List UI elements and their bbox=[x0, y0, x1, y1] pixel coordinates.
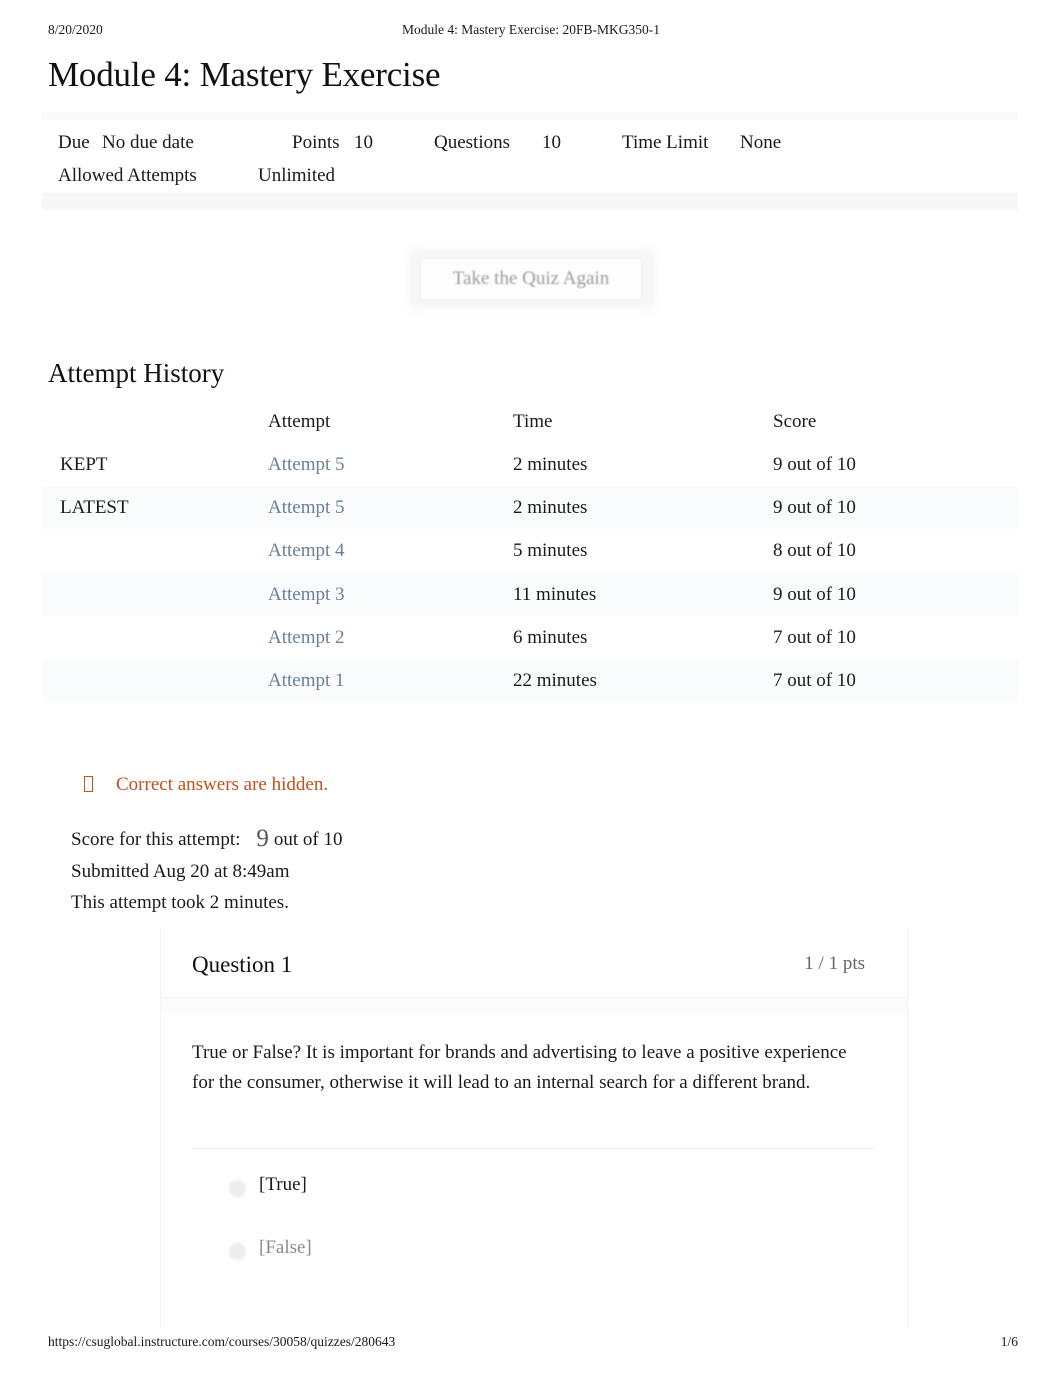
points-label: Points bbox=[292, 132, 340, 153]
attempt-flag: LATEST bbox=[60, 497, 129, 519]
attempt-link[interactable]: Attempt 5 bbox=[268, 498, 345, 517]
answer-option[interactable]: [False] bbox=[161, 1227, 907, 1290]
allowed-attempts-label: Allowed Attempts bbox=[58, 165, 197, 186]
attempt-link[interactable]: Attempt 4 bbox=[268, 541, 345, 560]
footer-url: https://csuglobal.instructure.com/course… bbox=[48, 1334, 396, 1349]
radio-button-icon[interactable] bbox=[229, 1180, 246, 1197]
correct-answers-hidden-notice: Correct answers are hidden. bbox=[84, 774, 328, 796]
take-quiz-again-button[interactable]: Take the Quiz Again bbox=[420, 258, 642, 300]
question-text: True or False? It is important for brand… bbox=[192, 1042, 847, 1093]
attempt-link[interactable]: Attempt 3 bbox=[268, 585, 345, 604]
score-label: Score for this attempt: bbox=[71, 829, 241, 850]
duration-line: This attempt took 2 minutes. bbox=[71, 892, 289, 913]
footer-page-number: 1/6 bbox=[1000, 1334, 1018, 1349]
answer-option[interactable]: [True] bbox=[161, 1164, 907, 1227]
attempt-score: 9 out of 10 bbox=[773, 454, 856, 475]
attempt-time: 2 minutes bbox=[513, 454, 588, 475]
due-value: No due date bbox=[102, 132, 194, 153]
attempt-time: 5 minutes bbox=[513, 540, 588, 562]
attempt-score: 8 out of 10 bbox=[773, 540, 856, 562]
attempt-history-heading: Attempt History bbox=[48, 358, 225, 388]
attempt-link[interactable]: Attempt 1 bbox=[268, 671, 345, 690]
attempt-history-table: Attempt Time Score KEPT Attempt 5 2 minute… bbox=[42, 410, 1018, 703]
table-row: Attempt 2 6 minutes 7 out of 10 bbox=[42, 616, 1018, 659]
question-header: Question 1 1 / 1 pts bbox=[161, 928, 907, 998]
radio-button-icon[interactable] bbox=[229, 1243, 246, 1260]
attempt-score: 9 out of 10 bbox=[773, 583, 856, 605]
attempt-score-line: Score for this attempt: 9 out of 10 bbox=[71, 823, 343, 856]
attempt-link[interactable]: Attempt 2 bbox=[268, 628, 345, 647]
answer-list: [True] [False] bbox=[161, 1164, 907, 1290]
attempt-flag: KEPT bbox=[60, 454, 108, 475]
submitted-line: Submitted Aug 20 at 8:49am bbox=[71, 860, 290, 882]
attempt-link[interactable]: Attempt 5 bbox=[268, 455, 345, 474]
allowed-attempts-value: Unlimited bbox=[258, 165, 336, 186]
column-header-time: Time bbox=[513, 411, 553, 432]
column-header-attempt: Attempt bbox=[268, 411, 331, 432]
quiz-meta-row-secondary: Allowed Attempts Unlimited bbox=[58, 165, 335, 187]
question-divider bbox=[192, 1148, 876, 1149]
attempt-score: 7 out of 10 bbox=[773, 626, 856, 648]
table-row: Attempt 1 22 minutes 7 out of 10 bbox=[42, 658, 1018, 703]
attempt-time: 22 minutes bbox=[513, 669, 597, 691]
time-limit-label: Time Limit bbox=[622, 132, 709, 153]
attempt-score: 9 out of 10 bbox=[773, 497, 856, 519]
questions-value: 10 bbox=[542, 132, 561, 153]
question-title: Question 1 bbox=[192, 952, 293, 977]
attempt-time: 2 minutes bbox=[513, 497, 588, 519]
attempt-time: 11 minutes bbox=[513, 583, 597, 605]
missing-glyph-box-icon bbox=[84, 776, 93, 792]
column-header-score: Score bbox=[773, 411, 817, 432]
quiz-meta-row-primary: Due No due date Points 10 Questions 10 Time Li… bbox=[58, 132, 781, 154]
print-header: 8/20/2020 Module 4: Mastery Exercise: 20… bbox=[0, 22, 1062, 44]
question-points: 1 / 1 pts bbox=[804, 953, 865, 974]
answer-label: [True] bbox=[259, 1174, 307, 1195]
points-value: 10 bbox=[354, 132, 373, 153]
score-suffix: out of 10 bbox=[273, 829, 343, 850]
table-row: KEPT Attempt 5 2 minutes 9 out of 10 bbox=[42, 443, 1018, 486]
answer-label: [False] bbox=[259, 1237, 312, 1258]
due-label: Due bbox=[58, 132, 90, 153]
question-header-shade bbox=[161, 998, 907, 1014]
attempt-score: 7 out of 10 bbox=[773, 669, 856, 691]
table-row: Attempt 3 11 minutes 9 out of 10 bbox=[42, 572, 1018, 616]
quiz-meta-band: Due No due date Points 10 Questions 10 Time Li… bbox=[42, 112, 1018, 210]
score-value: 9 bbox=[256, 825, 269, 852]
page-title: Module 4: Mastery Exercise bbox=[48, 55, 441, 94]
attempt-time: 6 minutes bbox=[513, 626, 588, 648]
table-header-row: Attempt Time Score bbox=[42, 410, 1018, 443]
print-header-title: Module 4: Mastery Exercise: 20FB-MKG350-… bbox=[402, 22, 660, 37]
retake-quiz-area: Take the Quiz Again bbox=[408, 249, 656, 309]
attempt-summary: Score for this attempt: 9 out of 10 Submit… bbox=[71, 823, 343, 919]
time-limit-value: None bbox=[740, 132, 782, 153]
questions-label: Questions bbox=[434, 132, 510, 153]
print-footer: https://csuglobal.instructure.com/course… bbox=[0, 1334, 1062, 1354]
notice-text: Correct answers are hidden. bbox=[116, 774, 329, 795]
table-row: Attempt 4 5 minutes 8 out of 10 bbox=[42, 529, 1018, 572]
question-card: Question 1 1 / 1 pts True or False? It i… bbox=[160, 928, 908, 1328]
table-row: LATEST Attempt 5 2 minutes 9 out of 10 bbox=[42, 486, 1018, 530]
